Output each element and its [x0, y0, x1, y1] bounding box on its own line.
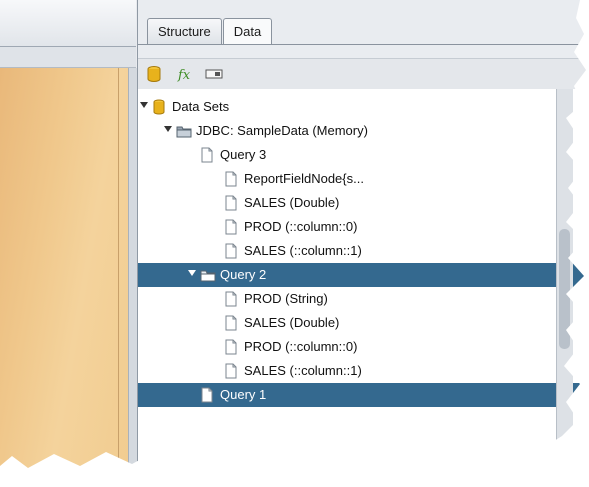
- tree-node[interactable]: SALES (Double): [138, 191, 586, 215]
- tree-node-label: Query 2: [220, 267, 267, 282]
- data-tree: Data Sets JDBC: SampleData (Memory) Query …: [138, 89, 586, 468]
- svg-text:fx: fx: [177, 68, 191, 83]
- document-icon: [224, 171, 238, 187]
- function-icon: fx: [177, 68, 191, 83]
- document-icon: [224, 315, 238, 331]
- canvas-margin-line: [118, 68, 119, 468]
- editor-ruler: [0, 47, 136, 68]
- tree-node[interactable]: SALES (::column::1): [138, 359, 586, 383]
- database-icon: [147, 66, 161, 82]
- tab-structure[interactable]: Structure: [147, 18, 222, 44]
- add-datasource-button[interactable]: [144, 65, 164, 83]
- editor-pane: [0, 0, 137, 468]
- tabs-divider: [138, 44, 586, 45]
- tree-node-label: Data Sets: [172, 99, 230, 114]
- tree-node-label: SALES (::column::1): [244, 363, 362, 378]
- tree-node[interactable]: Query 2: [138, 263, 586, 287]
- report-canvas[interactable]: [0, 68, 128, 468]
- add-function-button[interactable]: fx: [176, 65, 196, 83]
- document-icon: [200, 147, 214, 163]
- tree-node-label: PROD (::column::0): [244, 339, 358, 354]
- document-icon: [224, 195, 238, 211]
- tree-node[interactable]: ReportFieldNode{s...: [138, 167, 586, 191]
- folder-icon: [176, 123, 192, 139]
- expand-arrow-icon[interactable]: [188, 270, 196, 276]
- document-icon: [200, 387, 214, 403]
- tree-node[interactable]: PROD (::column::0): [138, 335, 586, 359]
- scrollbar-thumb[interactable]: [559, 229, 570, 349]
- tree-node-label: SALES (::column::1): [244, 243, 362, 258]
- tree-node-label: ReportFieldNode{s...: [244, 171, 364, 186]
- expand-arrow-icon[interactable]: [140, 102, 148, 108]
- panel-tabs: Structure Data: [138, 18, 273, 44]
- document-icon: [224, 243, 238, 259]
- tree-node[interactable]: Data Sets: [138, 95, 586, 119]
- add-parameter-button[interactable]: [204, 65, 224, 83]
- document-icon: [224, 291, 238, 307]
- tree-node[interactable]: SALES (Double): [138, 311, 586, 335]
- tree-node-label: PROD (String): [244, 291, 328, 306]
- folder-icon: [200, 267, 216, 283]
- torn-paper-frame: Structure Data fx Data Sets JDBC: Sample…: [0, 0, 586, 468]
- tree-node[interactable]: PROD (String): [138, 287, 586, 311]
- tree-node-label: Query 3: [220, 147, 267, 162]
- tree-node[interactable]: Query 1: [138, 383, 586, 407]
- tree-node[interactable]: PROD (::column::0): [138, 215, 586, 239]
- tree-node-label: PROD (::column::0): [244, 219, 358, 234]
- tree-node-label: JDBC: SampleData (Memory): [196, 123, 368, 138]
- data-panel: Structure Data fx Data Sets JDBC: Sample…: [137, 0, 586, 468]
- tree-scrollbar[interactable]: [556, 89, 573, 468]
- parameter-icon: [205, 69, 223, 79]
- screenshot: Structure Data fx Data Sets JDBC: Sample…: [0, 0, 589, 487]
- tree-node[interactable]: JDBC: SampleData (Memory): [138, 119, 586, 143]
- pane-splitter[interactable]: [128, 68, 137, 468]
- document-icon: [224, 219, 238, 235]
- database-icon: [152, 99, 166, 115]
- tree-node-label: Query 1: [220, 387, 267, 402]
- data-toolbar: fx: [138, 58, 586, 90]
- document-icon: [224, 363, 238, 379]
- tree-node-label: SALES (Double): [244, 315, 340, 330]
- editor-header: [0, 0, 136, 47]
- tree-node-label: SALES (Double): [244, 195, 340, 210]
- document-icon: [224, 339, 238, 355]
- tree-node[interactable]: Query 3: [138, 143, 586, 167]
- expand-arrow-icon[interactable]: [164, 126, 172, 132]
- tree-node[interactable]: SALES (::column::1): [138, 239, 586, 263]
- tab-data[interactable]: Data: [222, 18, 273, 44]
